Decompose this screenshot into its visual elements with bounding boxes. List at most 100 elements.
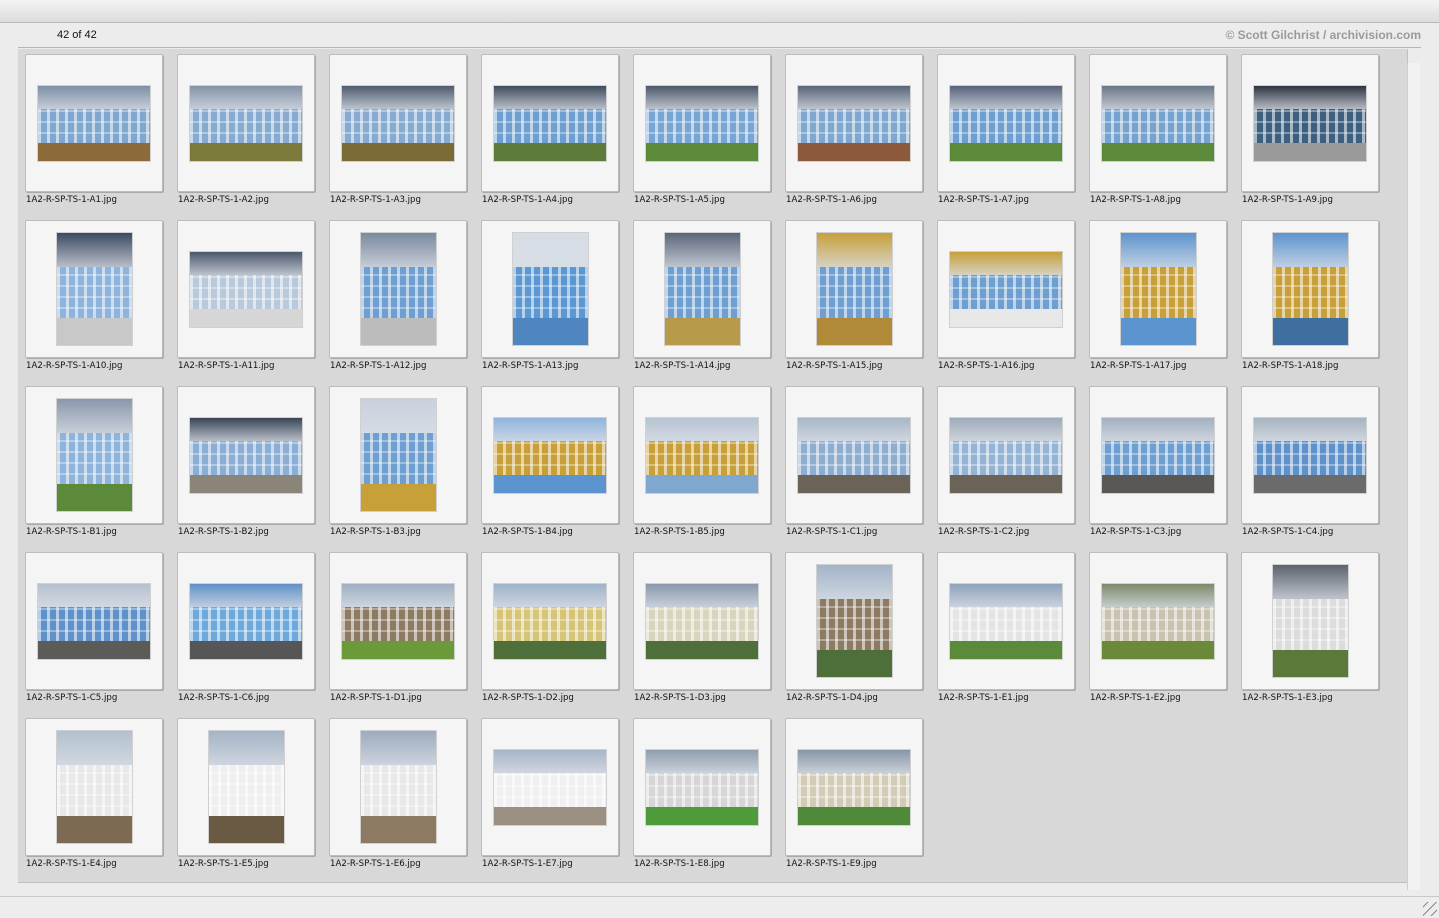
thumbnail-image[interactable] — [817, 565, 892, 677]
slide-frame[interactable] — [633, 54, 771, 192]
thumbnail-item[interactable]: 1A2-R-SP-TS-1-A11.jpg — [177, 220, 315, 374]
slide-frame[interactable] — [785, 386, 923, 524]
slide-frame[interactable] — [177, 54, 315, 192]
thumbnail-image[interactable] — [1102, 86, 1214, 161]
slide-frame[interactable] — [25, 386, 163, 524]
thumbnail-image[interactable] — [361, 399, 436, 511]
slide-frame[interactable] — [937, 552, 1075, 690]
slide-frame[interactable] — [1089, 220, 1227, 358]
slide-frame[interactable] — [1089, 552, 1227, 690]
slide-frame[interactable] — [937, 220, 1075, 358]
thumbnail-item[interactable]: 1A2-R-SP-TS-1-E1.jpg — [937, 552, 1075, 706]
slide-frame[interactable] — [329, 220, 467, 358]
thumbnail-item[interactable]: 1A2-R-SP-TS-1-D1.jpg — [329, 552, 467, 706]
thumbnail-item[interactable]: 1A2-R-SP-TS-1-E2.jpg — [1089, 552, 1227, 706]
thumbnail-image[interactable] — [646, 750, 758, 825]
thumbnail-image[interactable] — [342, 584, 454, 659]
thumbnail-item[interactable]: 1A2-R-SP-TS-1-E7.jpg — [481, 718, 619, 872]
thumbnail-item[interactable]: 1A2-R-SP-TS-1-A18.jpg — [1241, 220, 1379, 374]
slide-frame[interactable] — [25, 220, 163, 358]
thumbnail-image[interactable] — [38, 584, 150, 659]
slide-frame[interactable] — [937, 386, 1075, 524]
slide-frame[interactable] — [1241, 220, 1379, 358]
thumbnail-item[interactable]: 1A2-R-SP-TS-1-B4.jpg — [481, 386, 619, 540]
slide-frame[interactable] — [329, 718, 467, 856]
thumbnail-image[interactable] — [209, 731, 284, 843]
thumbnail-item[interactable]: 1A2-R-SP-TS-1-D3.jpg — [633, 552, 771, 706]
title-bar[interactable] — [0, 0, 1439, 23]
thumbnail-image[interactable] — [646, 86, 758, 161]
slide-frame[interactable] — [633, 718, 771, 856]
slide-frame[interactable] — [633, 552, 771, 690]
thumbnail-image[interactable] — [494, 418, 606, 493]
thumbnail-item[interactable]: 1A2-R-SP-TS-1-C1.jpg — [785, 386, 923, 540]
thumbnail-image[interactable] — [361, 731, 436, 843]
slide-frame[interactable] — [481, 54, 619, 192]
thumbnail-item[interactable]: 1A2-R-SP-TS-1-A1.jpg — [25, 54, 163, 208]
thumbnail-item[interactable]: 1A2-R-SP-TS-1-A9.jpg — [1241, 54, 1379, 208]
thumbnail-item[interactable]: 1A2-R-SP-TS-1-C3.jpg — [1089, 386, 1227, 540]
thumbnail-item[interactable]: 1A2-R-SP-TS-1-E3.jpg — [1241, 552, 1379, 706]
thumbnail-image[interactable] — [665, 233, 740, 345]
slide-frame[interactable] — [329, 386, 467, 524]
thumbnail-item[interactable]: 1A2-R-SP-TS-1-A13.jpg — [481, 220, 619, 374]
thumbnail-image[interactable] — [494, 750, 606, 825]
thumbnail-item[interactable]: 1A2-R-SP-TS-1-A8.jpg — [1089, 54, 1227, 208]
slide-frame[interactable] — [785, 220, 923, 358]
thumbnail-item[interactable]: 1A2-R-SP-TS-1-A15.jpg — [785, 220, 923, 374]
slide-frame[interactable] — [25, 552, 163, 690]
thumbnail-item[interactable]: 1A2-R-SP-TS-1-E9.jpg — [785, 718, 923, 872]
thumbnail-image[interactable] — [1102, 418, 1214, 493]
thumbnail-image[interactable] — [342, 86, 454, 161]
slide-frame[interactable] — [177, 552, 315, 690]
thumbnail-item[interactable]: 1A2-R-SP-TS-1-A16.jpg — [937, 220, 1075, 374]
thumbnail-item[interactable]: 1A2-R-SP-TS-1-A2.jpg — [177, 54, 315, 208]
thumbnail-image[interactable] — [817, 233, 892, 345]
thumbnail-item[interactable]: 1A2-R-SP-TS-1-A17.jpg — [1089, 220, 1227, 374]
thumbnail-image[interactable] — [1121, 233, 1196, 345]
slide-frame[interactable] — [481, 220, 619, 358]
thumbnail-item[interactable]: 1A2-R-SP-TS-1-D4.jpg — [785, 552, 923, 706]
thumbnail-image[interactable] — [1273, 565, 1348, 677]
thumbnail-item[interactable]: 1A2-R-SP-TS-1-E5.jpg — [177, 718, 315, 872]
slide-frame[interactable] — [1241, 386, 1379, 524]
thumbnail-image[interactable] — [950, 584, 1062, 659]
thumbnail-item[interactable]: 1A2-R-SP-TS-1-B3.jpg — [329, 386, 467, 540]
thumbnail-item[interactable]: 1A2-R-SP-TS-1-A10.jpg — [25, 220, 163, 374]
thumbnail-image[interactable] — [646, 584, 758, 659]
thumbnail-item[interactable]: 1A2-R-SP-TS-1-C4.jpg — [1241, 386, 1379, 540]
thumbnail-image[interactable] — [1254, 86, 1366, 161]
thumbnail-image[interactable] — [190, 584, 302, 659]
slide-frame[interactable] — [329, 54, 467, 192]
thumbnail-image[interactable] — [950, 418, 1062, 493]
slide-frame[interactable] — [785, 552, 923, 690]
thumbnail-image[interactable] — [798, 750, 910, 825]
resize-grip-icon[interactable] — [1423, 902, 1437, 916]
thumbnail-image[interactable] — [57, 731, 132, 843]
slide-frame[interactable] — [481, 386, 619, 524]
thumbnail-image[interactable] — [646, 418, 758, 493]
vertical-scrollbar[interactable] — [1407, 63, 1420, 890]
thumbnail-item[interactable]: 1A2-R-SP-TS-1-E6.jpg — [329, 718, 467, 872]
thumbnail-item[interactable]: 1A2-R-SP-TS-1-C5.jpg — [25, 552, 163, 706]
thumbnail-item[interactable]: 1A2-R-SP-TS-1-E8.jpg — [633, 718, 771, 872]
thumbnail-image[interactable] — [190, 418, 302, 493]
thumbnail-item[interactable]: 1A2-R-SP-TS-1-C6.jpg — [177, 552, 315, 706]
thumbnail-item[interactable]: 1A2-R-SP-TS-1-A5.jpg — [633, 54, 771, 208]
thumbnail-image[interactable] — [190, 86, 302, 161]
thumbnail-item[interactable]: 1A2-R-SP-TS-1-E4.jpg — [25, 718, 163, 872]
thumbnail-item[interactable]: 1A2-R-SP-TS-1-B1.jpg — [25, 386, 163, 540]
thumbnail-item[interactable]: 1A2-R-SP-TS-1-A14.jpg — [633, 220, 771, 374]
thumbnail-image[interactable] — [513, 233, 588, 345]
slide-frame[interactable] — [1089, 386, 1227, 524]
thumbnail-item[interactable]: 1A2-R-SP-TS-1-A6.jpg — [785, 54, 923, 208]
thumbnail-image[interactable] — [950, 86, 1062, 161]
slide-frame[interactable] — [633, 220, 771, 358]
thumbnail-image[interactable] — [950, 252, 1062, 327]
slide-frame[interactable] — [785, 54, 923, 192]
slide-frame[interactable] — [25, 54, 163, 192]
thumbnail-image[interactable] — [494, 86, 606, 161]
slide-frame[interactable] — [177, 386, 315, 524]
slide-frame[interactable] — [937, 54, 1075, 192]
thumbnail-image[interactable] — [798, 418, 910, 493]
